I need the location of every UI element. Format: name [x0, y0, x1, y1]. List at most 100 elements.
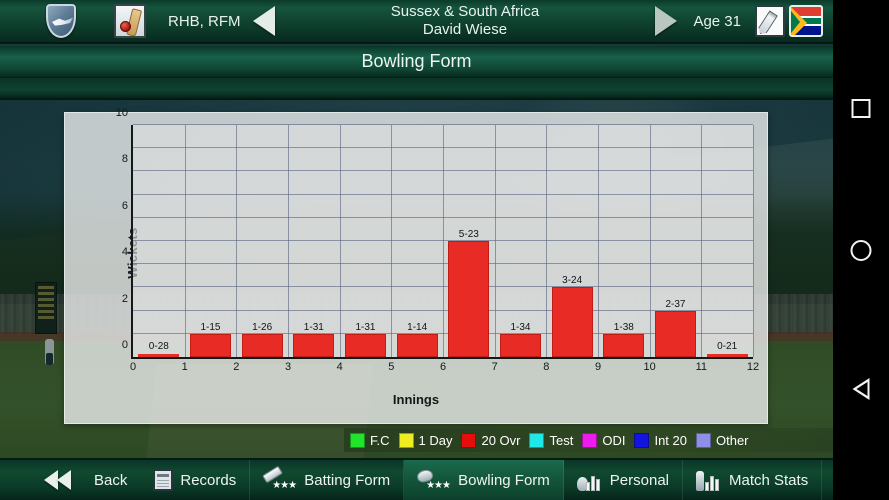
- tab-personal[interactable]: Personal: [564, 460, 683, 500]
- legend-item: 1 Day: [398, 432, 458, 448]
- chart-bar-label: 3-24: [562, 275, 583, 287]
- tab-batting-form[interactable]: ★★★ Batting Form: [250, 460, 405, 500]
- plot-area: 0 2 4 6 8 10 0 1 2 3 4 5 6 7 8 9 10 11 12 0-28 1-15 1-26 1-31 1…: [116, 107, 759, 373]
- chart-bar-label: 1-14: [407, 321, 428, 333]
- y-axis-tick: 0: [121, 339, 128, 351]
- title-underbar: [0, 78, 833, 100]
- square-recents-icon[interactable]: [851, 99, 871, 118]
- x-axis-tick: 9: [594, 361, 602, 373]
- legend-label: F.C: [370, 432, 390, 448]
- chart-bar: 2-37: [654, 299, 697, 357]
- gridline-vertical: [391, 125, 393, 357]
- legend-swatch: [695, 432, 711, 448]
- player-age-label: Age 31: [693, 12, 741, 30]
- cricket-bat-ball-icon[interactable]: [114, 4, 146, 38]
- gridline-vertical: [339, 125, 341, 357]
- legend-item: F.C: [350, 432, 395, 448]
- chart-bar-label: 1-31: [303, 321, 324, 333]
- chart-bar-label: 0-21: [717, 341, 738, 352]
- tab-records[interactable]: Records: [140, 460, 251, 500]
- legend-item: Int 20: [634, 432, 692, 448]
- player-name-label: David Wiese: [422, 21, 508, 38]
- legend-swatch: [350, 432, 365, 448]
- chart-bar-label: 1-34: [510, 321, 531, 333]
- x-axis-tick: 6: [439, 361, 447, 373]
- y-axis-tick: 8: [121, 153, 128, 166]
- legend-item: ODI: [582, 432, 630, 448]
- bat-barchart-icon: [696, 469, 722, 491]
- gridline-vertical: [184, 125, 186, 357]
- x-axis-tick: 1: [181, 361, 188, 373]
- legend-swatch: [529, 432, 545, 448]
- chart-bar: 1-31: [293, 322, 335, 357]
- chart-bar: 3-24: [551, 275, 593, 357]
- previous-player-arrow[interactable]: [252, 6, 275, 36]
- gridline-vertical: [546, 125, 548, 357]
- chart-legend: F.C 1 Day 20 Ovr Test ODI Int 20 Other: [344, 428, 833, 452]
- legend-label: Int 20: [654, 432, 687, 448]
- circle-home-icon[interactable]: [850, 240, 872, 261]
- tab-bowling-form[interactable]: ★★★ Bowling Form: [404, 460, 564, 500]
- chart-bar-label: 1-31: [355, 321, 376, 333]
- chart-bar-label: 1-15: [200, 321, 221, 333]
- tab-back[interactable]: Back: [0, 460, 140, 500]
- records-clipboard-icon: [153, 469, 174, 491]
- x-axis-tick: 3: [284, 361, 292, 373]
- chart-bar-label: 0-28: [148, 341, 169, 352]
- chart-bar-label: 1-26: [252, 321, 273, 333]
- bottom-tab-bar: Back Records ★★★ Batting Form ★★★ Bowling For…: [0, 458, 833, 500]
- next-player-arrow[interactable]: [655, 6, 678, 36]
- legend-item: Test: [529, 432, 578, 448]
- triangle-back-icon[interactable]: [852, 378, 870, 400]
- legend-label: Other: [715, 432, 749, 448]
- ball-stars-icon: ★★★: [415, 468, 451, 491]
- chart-bar: 0-28: [138, 341, 180, 357]
- tab-label: Batting Form: [304, 471, 391, 489]
- legend-label: 1 Day: [418, 432, 453, 448]
- gridline-vertical: [443, 125, 444, 357]
- y-axis-tick: 4: [121, 246, 128, 259]
- chart-bar: 1-15: [189, 322, 232, 357]
- chart-bar-label: 1-38: [613, 321, 634, 333]
- legend-label: 20 Ovr: [481, 432, 521, 448]
- legend-label: ODI: [602, 432, 626, 448]
- android-system-nav: [833, 0, 889, 500]
- x-axis-tick: 0: [129, 361, 137, 373]
- chart-bar-label: 5-23: [458, 229, 479, 240]
- legend-swatch: [461, 432, 477, 448]
- chart-bar: 1-34: [499, 322, 542, 357]
- x-axis-tick: 8: [543, 361, 550, 373]
- x-axis-tick: 11: [695, 361, 708, 373]
- chart-bar: 1-38: [603, 322, 645, 357]
- legend-swatch: [634, 432, 650, 448]
- y-axis-tick: 10: [115, 107, 128, 119]
- tab-match-stats[interactable]: Match Stats: [683, 460, 823, 500]
- player-info: Sussex & South Africa David Wiese: [275, 3, 656, 40]
- south-africa-flag-icon: [789, 5, 823, 37]
- ball-barchart-icon: [576, 469, 603, 491]
- tab-label: Match Stats: [729, 471, 809, 489]
- y-axis-tick: 2: [121, 292, 128, 305]
- legend-swatch: [398, 432, 414, 448]
- pencil-icon[interactable]: [755, 5, 785, 37]
- gridline-vertical: [288, 125, 289, 357]
- x-axis-tick: 2: [233, 361, 240, 373]
- tab-label: Personal: [609, 471, 669, 489]
- legend-item: Other: [695, 432, 754, 448]
- chart-bar: 1-31: [344, 322, 387, 357]
- x-axis-tick: 12: [746, 361, 760, 373]
- gridline-vertical: [649, 125, 651, 357]
- x-axis-tick: 5: [388, 361, 395, 373]
- gridline-vertical: [494, 125, 496, 357]
- tab-label: Bowling Form: [458, 471, 550, 489]
- team-name-label: Sussex & South Africa: [390, 2, 540, 20]
- player-header-bar: RHB, RFM Sussex & South Africa David Wie…: [0, 0, 833, 44]
- y-axis-tick: 6: [121, 199, 128, 212]
- x-axis-tick: 10: [643, 361, 656, 373]
- team-crest-icon[interactable]: [46, 4, 76, 38]
- tab-label: Back: [94, 471, 128, 489]
- gridline-vertical: [236, 125, 238, 357]
- hand-style-label: RHB, RFM: [168, 12, 241, 30]
- x-axis-tick: 7: [491, 361, 498, 373]
- bat-stars-icon: ★★★: [262, 465, 297, 491]
